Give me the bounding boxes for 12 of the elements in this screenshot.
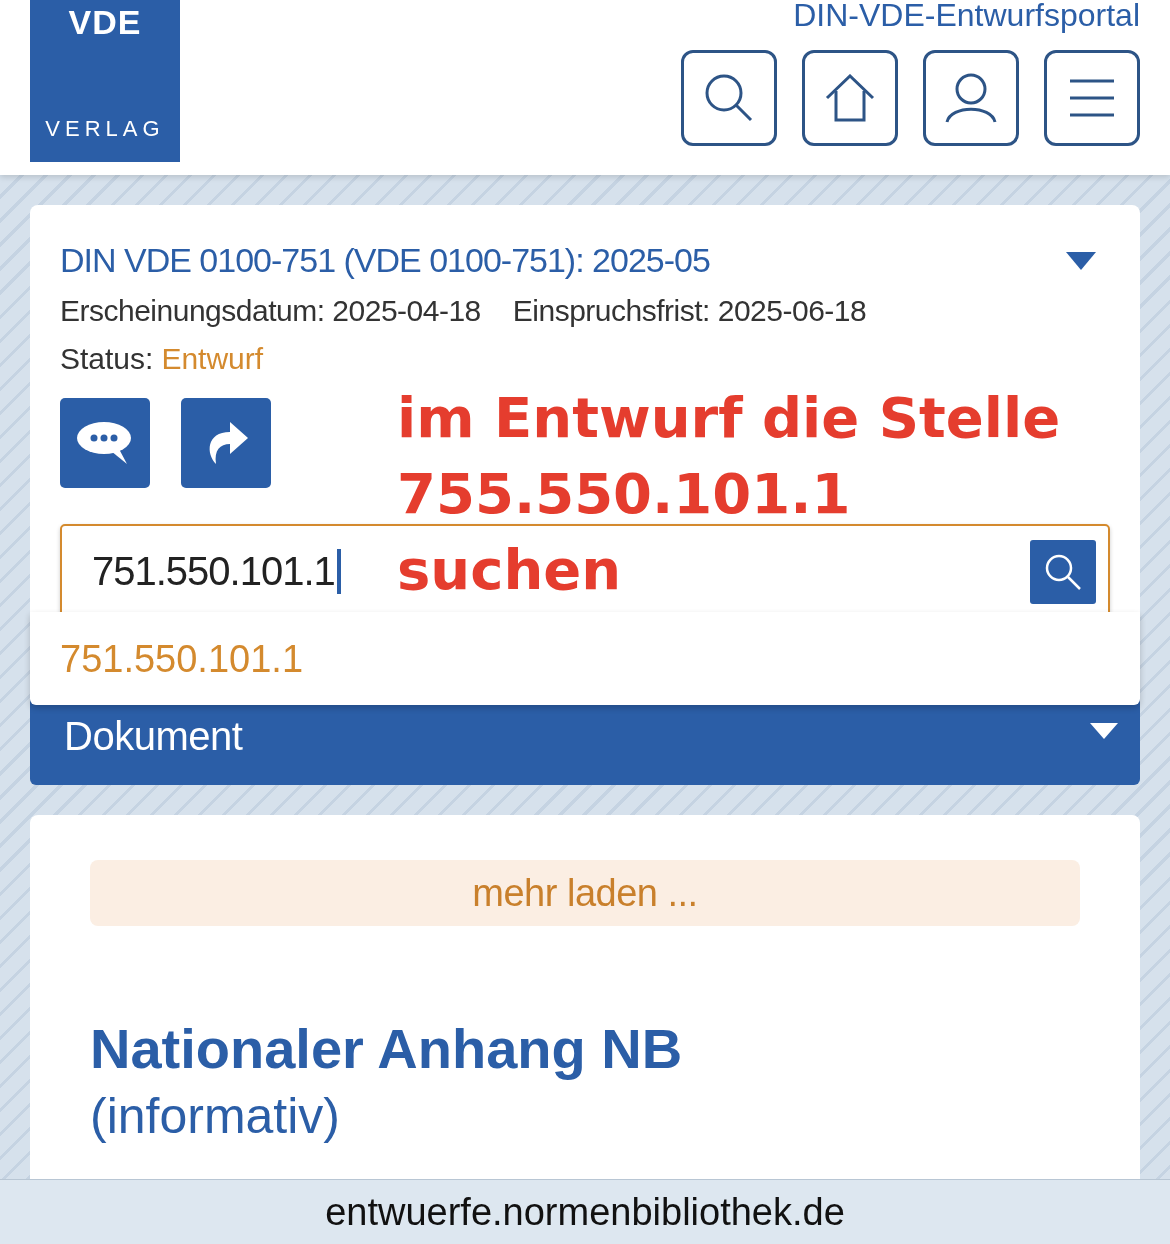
logo-subtext: VERLAG bbox=[45, 116, 165, 142]
section-heading: Nationaler Anhang NB bbox=[90, 1016, 684, 1081]
search-value: 751.550.101.1 bbox=[92, 549, 341, 594]
deadline-date: Einspruchsfrist: 2025-06-18 bbox=[512, 294, 867, 328]
release-date: Erscheinungsdatum: 2025-04-18 bbox=[60, 294, 481, 328]
annotation-text: suchen bbox=[397, 536, 623, 604]
url-text: entwuerfe.normenbibliothek.de bbox=[325, 1190, 845, 1234]
logo-text: VDE bbox=[68, 4, 142, 40]
section-subheading: (informativ) bbox=[90, 1087, 342, 1145]
annotation-text: im Entwurf die Stelle bbox=[397, 384, 1061, 452]
status-label: Status: bbox=[60, 342, 154, 376]
status-value: Entwurf bbox=[161, 342, 264, 376]
